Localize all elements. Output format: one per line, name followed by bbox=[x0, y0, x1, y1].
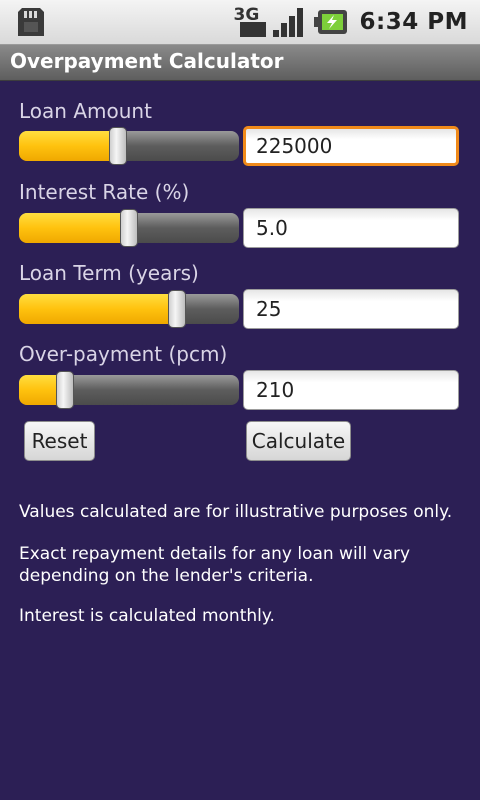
signal-icon bbox=[272, 8, 303, 37]
slider-thumb[interactable] bbox=[120, 209, 138, 247]
loan-term-field[interactable] bbox=[243, 289, 459, 329]
slider-thumb[interactable] bbox=[168, 290, 186, 328]
slider-fill bbox=[19, 131, 118, 161]
loan-amount-field[interactable] bbox=[243, 126, 459, 166]
app-title-bar: Overpayment Calculator bbox=[0, 45, 480, 81]
overpayment-slider[interactable] bbox=[19, 371, 239, 409]
disclaimer-note: Values calculated are for illustrative p… bbox=[19, 502, 453, 522]
overpayment-field[interactable] bbox=[243, 370, 459, 410]
3g-icon: 3G bbox=[232, 5, 268, 39]
lender-note: Exact repayment details for any loan wil… bbox=[19, 544, 411, 586]
interest-rate-slider[interactable] bbox=[19, 209, 239, 247]
loan-term-slider[interactable] bbox=[19, 290, 239, 328]
slider-track bbox=[19, 131, 239, 161]
overpayment-label: Over-payment (pcm) bbox=[19, 342, 228, 366]
app-title: Overpayment Calculator bbox=[10, 49, 284, 73]
slider-thumb[interactable] bbox=[56, 371, 74, 409]
reset-button[interactable]: Reset bbox=[24, 421, 95, 461]
slider-track bbox=[19, 294, 239, 324]
sd-card-icon bbox=[18, 8, 44, 36]
interest-rate-label: Interest Rate (%) bbox=[19, 180, 190, 204]
status-bar: 3G 6:34 PM bbox=[0, 0, 480, 45]
interest-rate-field[interactable] bbox=[243, 208, 459, 248]
loan-amount-slider[interactable] bbox=[19, 127, 239, 165]
battery-charging-icon bbox=[313, 10, 347, 34]
slider-thumb[interactable] bbox=[109, 127, 127, 165]
loan-amount-label: Loan Amount bbox=[19, 99, 152, 123]
calculate-button[interactable]: Calculate bbox=[246, 421, 351, 461]
loan-term-label: Loan Term (years) bbox=[19, 261, 199, 285]
interest-note: Interest is calculated monthly. bbox=[19, 606, 275, 626]
slider-fill bbox=[19, 213, 129, 243]
clock: 6:34 PM bbox=[359, 9, 468, 35]
slider-track bbox=[19, 375, 239, 405]
slider-fill bbox=[19, 294, 177, 324]
